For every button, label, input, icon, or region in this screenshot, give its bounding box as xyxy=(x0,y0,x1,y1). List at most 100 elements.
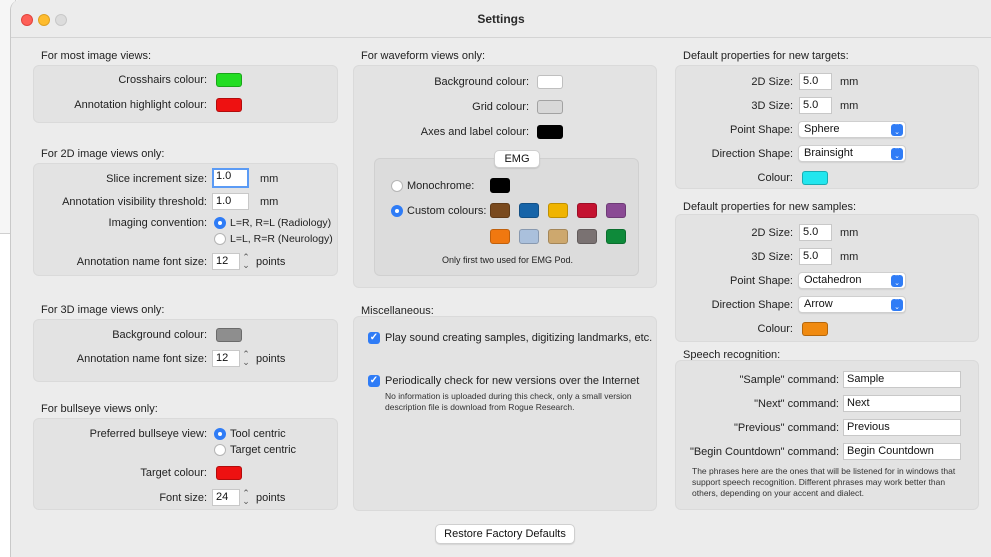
next-command-label: "Next" command: xyxy=(754,398,839,410)
target-2d-size-label: 2D Size: xyxy=(751,76,793,88)
custom-colour-well[interactable] xyxy=(606,229,626,244)
custom-colours-label: Custom colours: xyxy=(407,205,487,217)
target-centric-label: Target centric xyxy=(230,444,297,456)
emg-tab-panel: Monochrome: Custom colours: Only first t… xyxy=(374,158,639,276)
monochrome-radio[interactable] xyxy=(391,180,403,192)
sample-3d-size-unit: mm xyxy=(840,251,859,263)
custom-colour-well[interactable] xyxy=(548,229,568,244)
annotation-font-size-label-3d: Annotation name font size: xyxy=(76,353,207,365)
radiology-radio[interactable] xyxy=(214,217,226,229)
monochrome-label: Monochrome: xyxy=(407,180,475,192)
visibility-threshold-unit: mm xyxy=(260,196,279,208)
sample-point-shape-select[interactable]: Octahedron ⌃ ⌄ xyxy=(798,272,906,289)
image-views-title: For most image views: xyxy=(41,50,152,62)
bullseye-font-size-label: Font size: xyxy=(159,492,207,504)
target-centric-radio[interactable] xyxy=(214,444,226,456)
views-3d-group: Background colour: Annotation name font … xyxy=(33,319,338,382)
targets-group: 2D Size: 5.0 mm 3D Size: 5.0 mm Point Sh… xyxy=(675,65,979,189)
window-title: Settings xyxy=(477,12,525,26)
custom-colour-well[interactable] xyxy=(548,203,568,218)
axes-colour-label: Axes and label colour: xyxy=(420,126,529,138)
play-sound-checkbox[interactable]: ✓ xyxy=(368,332,380,344)
check-updates-checkbox[interactable]: ✓ xyxy=(368,375,380,387)
preferred-bullseye-label: Preferred bullseye view: xyxy=(89,428,207,440)
play-sound-label: Play sound creating samples, digitizing … xyxy=(385,332,653,344)
background-colour-label-3d: Background colour: xyxy=(112,329,207,341)
waveform-title: For waveform views only: xyxy=(361,50,486,62)
previous-command-input[interactable]: Previous xyxy=(843,419,961,436)
sample-colour-well[interactable] xyxy=(802,322,828,336)
target-point-shape-label: Point Shape: xyxy=(730,124,793,136)
bullseye-font-size-input[interactable]: 24 xyxy=(212,489,240,506)
custom-colour-well[interactable] xyxy=(606,203,626,218)
annotation-highlight-label: Annotation highlight colour: xyxy=(74,99,207,111)
font-size-unit-2d: points xyxy=(256,256,286,268)
custom-colour-well[interactable] xyxy=(490,229,510,244)
target-colour-label: Target colour: xyxy=(140,467,207,479)
font-size-stepper-2d[interactable]: ⌃ ⌄ xyxy=(241,253,251,270)
bullseye-font-size-unit: points xyxy=(256,492,286,504)
monochrome-colour-well[interactable] xyxy=(490,178,510,193)
visibility-threshold-input[interactable]: 1.0 xyxy=(212,193,249,210)
views-2d-group: Slice increment size: 1.0 mm Annotation … xyxy=(33,163,338,276)
radiology-label: L=R, R=L (Radiology) xyxy=(230,217,332,229)
sample-command-input[interactable]: Sample xyxy=(843,371,961,388)
settings-content: For most image views: Crosshairs colour:… xyxy=(11,38,991,557)
custom-colour-well[interactable] xyxy=(519,203,539,218)
target-3d-size-label: 3D Size: xyxy=(751,100,793,112)
sample-command-label: "Sample" command: xyxy=(739,374,839,386)
crosshairs-label: Crosshairs colour: xyxy=(118,74,207,86)
background-colour-well-3d[interactable] xyxy=(216,328,242,342)
sample-direction-shape-value: Arrow xyxy=(804,298,833,310)
slice-increment-input[interactable]: 1.0 xyxy=(212,168,249,188)
annotation-highlight-colour-well[interactable] xyxy=(216,98,242,112)
custom-colour-well[interactable] xyxy=(577,229,597,244)
target-colour-well[interactable] xyxy=(216,466,242,480)
title-bar: Settings xyxy=(11,0,991,38)
restore-defaults-button[interactable]: Restore Factory Defaults xyxy=(435,524,575,544)
targets-title: Default properties for new targets: xyxy=(683,50,849,62)
crosshairs-colour-well[interactable] xyxy=(216,73,242,87)
chevron-updown-icon: ⌃ ⌄ xyxy=(891,147,903,160)
emg-tab[interactable]: EMG xyxy=(494,150,540,168)
font-size-stepper-3d[interactable]: ⌃ ⌄ xyxy=(241,350,251,367)
sample-3d-size-label: 3D Size: xyxy=(751,251,793,263)
countdown-command-input[interactable]: Begin Countdown xyxy=(843,443,961,460)
image-views-group: Crosshairs colour: Annotation highlight … xyxy=(33,65,338,123)
misc-group: ✓ Play sound creating samples, digitizin… xyxy=(353,316,657,511)
waveform-bg-label: Background colour: xyxy=(434,76,529,88)
target-colour-label-default: Colour: xyxy=(757,172,793,184)
grid-colour-well[interactable] xyxy=(537,100,563,114)
tool-centric-radio[interactable] xyxy=(214,428,226,440)
next-command-input[interactable]: Next xyxy=(843,395,961,412)
grid-colour-label: Grid colour: xyxy=(472,101,529,113)
custom-colour-well[interactable] xyxy=(519,229,539,244)
custom-colour-well[interactable] xyxy=(577,203,597,218)
target-colour-well-default[interactable] xyxy=(802,171,828,185)
sample-3d-size-input[interactable]: 5.0 xyxy=(799,248,832,265)
views-2d-title: For 2D image views only: xyxy=(41,148,165,160)
axes-colour-well[interactable] xyxy=(537,125,563,139)
check-updates-note: No information is uploaded during this c… xyxy=(385,391,632,412)
target-direction-shape-select[interactable]: Brainsight ⌃ ⌄ xyxy=(798,145,906,162)
target-3d-size-input[interactable]: 5.0 xyxy=(799,97,832,114)
bullseye-font-size-stepper[interactable]: ⌃ ⌄ xyxy=(241,489,251,506)
sample-2d-size-input[interactable]: 5.0 xyxy=(799,224,832,241)
waveform-bg-colour-well[interactable] xyxy=(537,75,563,89)
annotation-font-size-input-2d[interactable]: 12 xyxy=(212,253,240,270)
sample-direction-shape-select[interactable]: Arrow ⌃ ⌄ xyxy=(798,296,906,313)
bullseye-title: For bullseye views only: xyxy=(41,403,158,415)
font-size-unit-3d: points xyxy=(256,353,286,365)
annotation-font-size-input-3d[interactable]: 12 xyxy=(212,350,240,367)
custom-colour-well[interactable] xyxy=(490,203,510,218)
imaging-convention-label: Imaging convention: xyxy=(108,217,207,229)
target-2d-size-input[interactable]: 5.0 xyxy=(799,73,832,90)
target-point-shape-select[interactable]: Sphere ⌃ ⌄ xyxy=(798,121,906,138)
custom-colours-radio[interactable] xyxy=(391,205,403,217)
bullseye-group: Preferred bullseye view: Tool centric Ta… xyxy=(33,418,338,510)
chevron-updown-icon: ⌃ ⌄ xyxy=(891,298,903,311)
visibility-threshold-label: Annotation visibility threshold: xyxy=(62,196,207,208)
neurology-radio[interactable] xyxy=(214,233,226,245)
sample-direction-shape-label: Direction Shape: xyxy=(711,299,793,311)
sample-2d-size-unit: mm xyxy=(840,227,859,239)
